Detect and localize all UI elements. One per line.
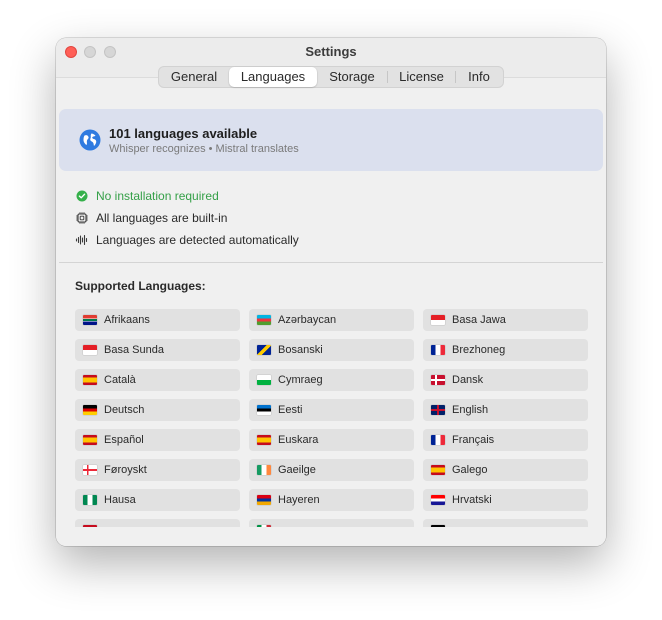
language-item (249, 519, 414, 527)
flag-icon (257, 465, 271, 475)
tab-info[interactable]: Info (456, 67, 502, 87)
feature-text: All languages are built-in (96, 211, 228, 225)
language-name: Euskara (278, 434, 319, 446)
flag-icon (257, 345, 271, 355)
checkmark-circle-icon (76, 190, 88, 202)
flag-icon (83, 465, 97, 475)
tab-storage[interactable]: Storage (317, 67, 387, 87)
language-name: Eesti (278, 404, 303, 416)
language-item: Español (75, 429, 240, 451)
language-item: Bosanski (249, 339, 414, 361)
language-item: Català (75, 369, 240, 391)
language-item: Deutsch (75, 399, 240, 421)
language-item: Hrvatski (423, 489, 588, 511)
language-name: Føroyskt (104, 464, 147, 476)
feature-text: Languages are detected automatically (96, 233, 299, 247)
language-item: Euskara (249, 429, 414, 451)
section-title: Supported Languages: (75, 279, 206, 293)
language-item: Français (423, 429, 588, 451)
feature-auto-detect: Languages are detected automatically (75, 233, 299, 247)
flag-icon (83, 525, 97, 527)
flag-icon (431, 405, 445, 415)
globe-icon (79, 129, 101, 151)
language-item: Hausa (75, 489, 240, 511)
language-item: Galego (423, 459, 588, 481)
language-item: Afrikaans (75, 309, 240, 331)
section-divider (59, 262, 603, 263)
flag-icon (257, 435, 271, 445)
flag-icon (83, 375, 97, 385)
language-item: Cymraeg (249, 369, 414, 391)
language-item: Dansk (423, 369, 588, 391)
cpu-chip-icon (76, 212, 88, 224)
language-name: Afrikaans (104, 314, 150, 326)
waveform-icon (75, 234, 88, 246)
settings-window: Settings General Languages Storage Licen… (56, 38, 606, 546)
language-name: Hrvatski (452, 494, 492, 506)
flag-icon (257, 405, 271, 415)
feature-built-in: All languages are built-in (75, 211, 227, 225)
language-item: Basa Jawa (423, 309, 588, 331)
language-name: Español (104, 434, 144, 446)
banner-subtitle: Whisper recognizes • Mistral translates (109, 143, 299, 155)
language-grid: Afrikaans Azərbaycan Basa Jawa Basa Sunda Bo… (75, 309, 589, 527)
language-item: Gaeilge (249, 459, 414, 481)
language-item: Azərbaycan (249, 309, 414, 331)
language-name: Gaeilge (278, 464, 316, 476)
language-item: Hayeren (249, 489, 414, 511)
language-item: Eesti (249, 399, 414, 421)
flag-icon (257, 375, 271, 385)
language-item: Basa Sunda (75, 339, 240, 361)
language-name: English (452, 404, 489, 416)
language-item: English (423, 399, 588, 421)
flag-icon (431, 465, 445, 475)
language-name: Basa Sunda (104, 344, 164, 356)
language-name: Azərbaycan (278, 314, 337, 326)
flag-icon (83, 495, 97, 505)
flag-icon (257, 525, 271, 527)
tab-bar: General Languages Storage License Info (158, 66, 504, 88)
language-name: Hausa (104, 494, 136, 506)
language-name: Hayeren (278, 494, 320, 506)
window-title: Settings (305, 44, 357, 59)
language-name: Deutsch (104, 404, 145, 416)
language-item: Brezhoneg (423, 339, 588, 361)
flag-icon (431, 315, 445, 325)
language-name: Galego (452, 464, 488, 476)
language-name: Brezhoneg (452, 344, 506, 356)
language-name: Français (452, 434, 495, 446)
feature-text: No installation required (96, 189, 219, 203)
language-name: Basa Jawa (452, 314, 506, 326)
language-item (75, 519, 240, 527)
flag-icon (431, 345, 445, 355)
flag-icon (83, 435, 97, 445)
flag-icon (431, 375, 445, 385)
language-name: Bosanski (278, 344, 323, 356)
flag-icon (431, 525, 445, 527)
banner-title: 101 languages available (109, 126, 258, 141)
flag-icon (83, 315, 97, 325)
flag-icon (431, 495, 445, 505)
language-item (423, 519, 588, 527)
flag-icon (83, 405, 97, 415)
language-item: Føroyskt (75, 459, 240, 481)
flag-icon (83, 345, 97, 355)
tab-languages[interactable]: Languages (229, 67, 317, 87)
flag-icon (257, 495, 271, 505)
languages-banner: 101 languages available Whisper recogniz… (59, 109, 603, 171)
title-bar: Settings (56, 38, 606, 66)
flag-icon (431, 435, 445, 445)
flag-icon (257, 315, 271, 325)
language-name: Dansk (452, 374, 484, 386)
tab-license[interactable]: License (388, 67, 455, 87)
language-name: Català (104, 374, 136, 386)
language-list-scroll[interactable]: Afrikaans Azərbaycan Basa Jawa Basa Sunda Bo… (75, 309, 589, 527)
language-name: Cymraeg (278, 374, 323, 386)
tab-general[interactable]: General (159, 67, 229, 87)
feature-no-install: No installation required (75, 189, 219, 203)
